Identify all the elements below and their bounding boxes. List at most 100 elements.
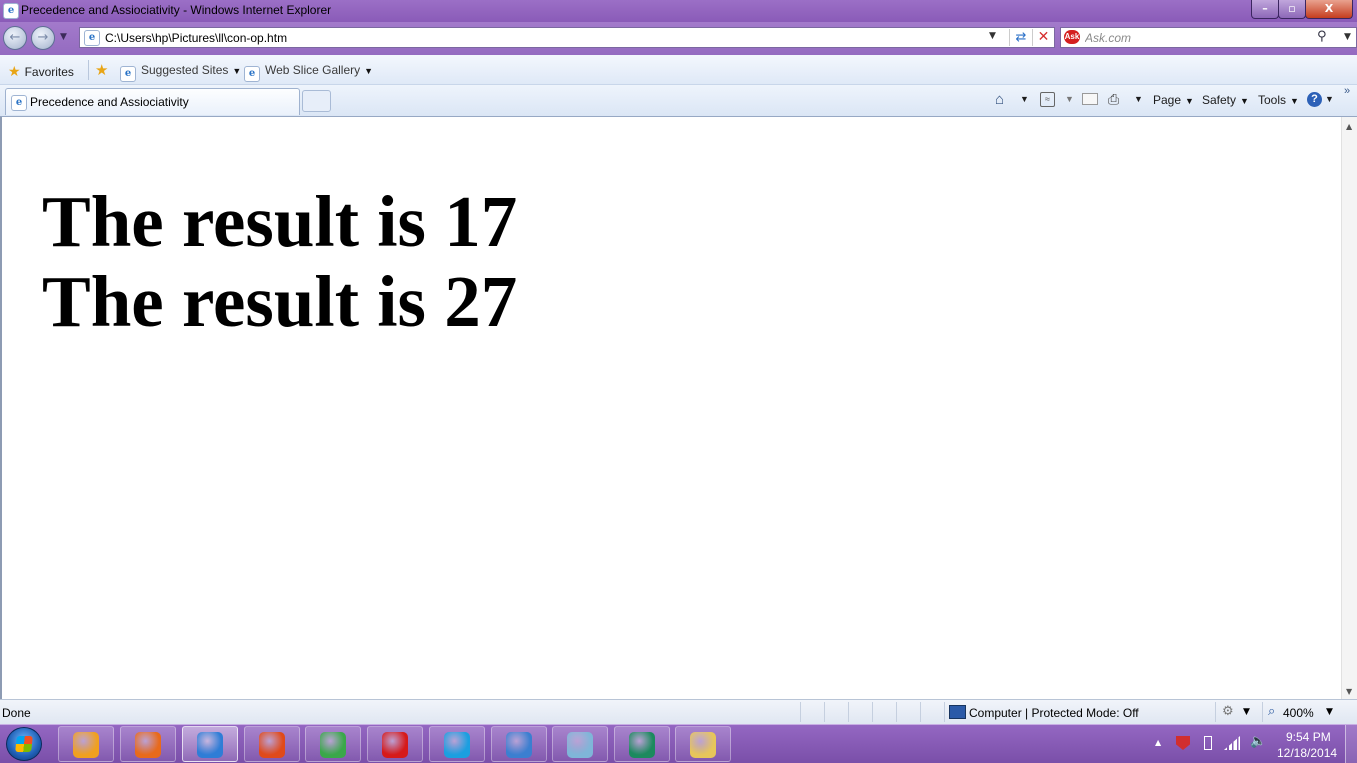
ie-page-icon: e <box>11 95 27 111</box>
status-text: Done <box>2 706 31 720</box>
taskbar-button-paint[interactable] <box>491 726 547 762</box>
taskbar-button-publisher[interactable] <box>614 726 670 762</box>
web-slice-gallery-link[interactable]: e Web Slice Gallery ▼ <box>244 63 373 82</box>
result-heading: The result is 17 <box>42 181 518 262</box>
computer-zone-icon <box>949 705 966 719</box>
forward-button[interactable]: → <box>31 26 55 50</box>
more-commands-icon[interactable]: » <box>1344 85 1350 97</box>
ask-logo-icon: Ask <box>1064 30 1080 44</box>
divider <box>88 60 89 80</box>
divider <box>1215 702 1216 722</box>
taskbar-button-file-explorer[interactable] <box>675 726 731 762</box>
divider <box>944 702 945 722</box>
clock-date[interactable]: 12/18/2014 <box>1277 746 1337 760</box>
print-dropdown-icon[interactable]: ▼ <box>1134 94 1143 104</box>
taskbar-button-firefox[interactable] <box>120 726 176 762</box>
safety-menu[interactable]: Safety ▼ <box>1202 93 1249 107</box>
divider <box>872 702 873 722</box>
print-icon[interactable]: ⎙ <box>1108 91 1119 108</box>
ie-page-icon: e <box>120 66 136 82</box>
taskbar-button-media-player[interactable] <box>58 726 114 762</box>
internet-explorer-icon: e <box>3 3 19 19</box>
show-desktop-button[interactable] <box>1345 725 1357 763</box>
skype-icon <box>444 732 470 758</box>
taskbar-button-chrome[interactable] <box>305 726 361 762</box>
star-icon: ★ <box>8 63 21 79</box>
feeds-icon[interactable]: ≈ <box>1040 92 1055 107</box>
tab-label: Precedence and Assiociativity <box>30 95 189 109</box>
chevron-down-icon: ▼ <box>1240 96 1249 106</box>
battery-icon[interactable] <box>1204 736 1212 750</box>
start-button[interactable] <box>6 727 42 761</box>
network-icon[interactable] <box>1224 736 1240 750</box>
address-input[interactable] <box>105 28 985 47</box>
favorites-bar: ★ Favorites ★ e Suggested Sites ▼ e Web Slic… <box>0 55 1357 85</box>
addon-icon[interactable]: ⚙ <box>1222 704 1234 719</box>
search-options-dropdown[interactable]: ▼ <box>1344 32 1351 42</box>
recent-pages-dropdown[interactable]: ▼ <box>60 32 67 42</box>
chevron-down-icon: ▼ <box>1290 96 1299 106</box>
zoom-icon[interactable]: ⌕ <box>1268 704 1275 719</box>
home-dropdown-icon[interactable]: ▼ <box>1020 94 1029 104</box>
taskbar-button-internet-explorer[interactable] <box>182 726 238 762</box>
divider <box>848 702 849 722</box>
favorites-button[interactable]: ★ Favorites <box>8 63 74 80</box>
publisher-icon <box>629 732 655 758</box>
show-hidden-icons[interactable]: ▲ <box>1155 738 1161 747</box>
help-icon[interactable]: ? <box>1307 92 1322 107</box>
zoom-level[interactable]: 400% <box>1283 706 1314 720</box>
vertical-scrollbar[interactable]: ▲ ▼ <box>1341 117 1357 699</box>
address-dropdown-icon[interactable]: ▼ <box>989 31 996 41</box>
scroll-down-icon[interactable]: ▼ <box>1346 687 1352 696</box>
security-zone-text[interactable]: Computer | Protected Mode: Off <box>969 706 1139 720</box>
close-button[interactable]: X <box>1305 0 1353 19</box>
search-box: Ask ⚲ ▼ <box>1060 27 1357 48</box>
chevron-down-icon: ▼ <box>1185 96 1194 106</box>
chevron-down-icon: ▼ <box>232 66 242 76</box>
title-bar: e Precedence and Assiociativity - Window… <box>0 0 1357 22</box>
clock-time[interactable]: 9:54 PM <box>1286 730 1331 744</box>
taskbar-button-opera[interactable] <box>367 726 423 762</box>
mail-icon[interactable] <box>1082 93 1098 105</box>
minimize-button[interactable]: – <box>1251 0 1279 19</box>
page-menu[interactable]: Page ▼ <box>1153 93 1194 107</box>
zoom-dropdown-icon[interactable]: ▼ <box>1326 707 1333 717</box>
firefox-icon <box>135 732 161 758</box>
page-icon: e <box>84 30 100 46</box>
divider <box>824 702 825 722</box>
safety-menu-label: Safety <box>1202 93 1237 107</box>
taskbar-button-firefox-beta[interactable] <box>244 726 300 762</box>
action-center-icon[interactable] <box>1176 736 1190 750</box>
help-dropdown-icon[interactable]: ▼ <box>1325 94 1334 104</box>
taskbar-button-eraser-app[interactable] <box>552 726 608 762</box>
divider <box>800 702 801 722</box>
search-input[interactable] <box>1085 28 1310 47</box>
tools-menu[interactable]: Tools ▼ <box>1258 93 1299 107</box>
scroll-up-icon[interactable]: ▲ <box>1346 122 1352 131</box>
page-menu-label: Page <box>1153 93 1182 107</box>
add-to-favorites-icon[interactable]: ★ <box>95 61 108 79</box>
tools-menu-label: Tools <box>1258 93 1287 107</box>
search-icon[interactable]: ⚲ <box>1317 29 1327 44</box>
stop-button[interactable]: ✕ <box>1032 29 1054 46</box>
suggested-sites-link[interactable]: e Suggested Sites ▼ <box>120 63 241 82</box>
new-tab-button[interactable] <box>302 90 331 112</box>
paint-icon <box>506 732 532 758</box>
taskbar-button-skype[interactable] <box>429 726 485 762</box>
addon-dropdown-icon[interactable]: ▼ <box>1243 707 1250 717</box>
eraser-app-icon <box>567 732 593 758</box>
feeds-dropdown-icon[interactable]: ▼ <box>1065 94 1074 104</box>
favorites-label: Favorites <box>24 65 74 79</box>
firefox-beta-icon <box>259 732 285 758</box>
chrome-icon <box>320 732 346 758</box>
maximize-button[interactable]: ▫ <box>1278 0 1306 19</box>
tab-precedence[interactable]: e Precedence and Assiociativity <box>5 88 300 115</box>
volume-icon[interactable]: 🔈 <box>1250 734 1266 749</box>
web-slice-gallery-label: Web Slice Gallery <box>265 63 361 77</box>
file-explorer-icon <box>690 732 716 758</box>
back-button[interactable]: ← <box>3 26 27 50</box>
home-icon[interactable]: ⌂ <box>995 91 1004 108</box>
taskbar: ▲ 🔈 9:54 PM 12/18/2014 <box>0 724 1357 763</box>
opera-icon <box>382 732 408 758</box>
refresh-button[interactable]: ⇄ <box>1009 29 1032 46</box>
